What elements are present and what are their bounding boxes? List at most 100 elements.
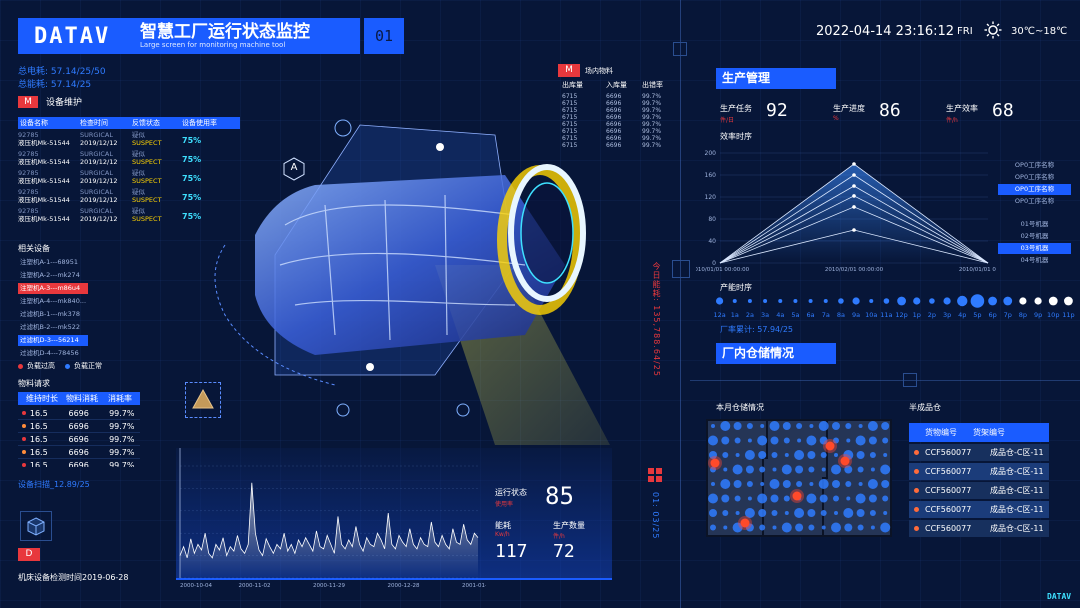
related-item[interactable]: 过滤机D-4---78456 [18, 348, 88, 359]
table-row[interactable]: CCF560077 成品仓-C区-11 [909, 444, 1049, 461]
storage-bubble [869, 452, 876, 458]
device-cell: 92785 液压机Mk-51544 [18, 131, 80, 150]
table-row[interactable]: 16.5 6696 99.7% [18, 446, 140, 459]
side-list-item[interactable]: 03号机器 [998, 243, 1071, 254]
storage-bubble [782, 480, 791, 488]
hour-label: 5a [791, 311, 799, 319]
kpi-value: 92 [766, 100, 788, 121]
sun-icon [984, 21, 1002, 39]
storage-bubble [722, 510, 729, 516]
page-subtitle: Large screen for monitoring machine tool [140, 41, 286, 49]
storage-bubble [832, 480, 840, 488]
side-list-item[interactable]: OP0工序名称 [998, 196, 1071, 207]
storage-bubble [720, 421, 731, 431]
storage-bubble [747, 438, 752, 443]
storage-bubble [867, 479, 878, 489]
hour-label: 8a [837, 311, 845, 319]
storage-bubble [867, 421, 878, 431]
storage-bubble [820, 510, 827, 516]
capacity-dot [1064, 296, 1073, 306]
device-code: 92785 [18, 150, 39, 158]
hour-label: 12p [895, 311, 907, 319]
table-row[interactable]: 16.5 6696 99.7% [18, 459, 140, 467]
hour-label: 5p [973, 311, 981, 319]
capacity-dot-chart: 12a 1a 2a 3a 4a 5a 6a 7a 8a 9a 10a 11a 12p 1p 2p 3p 4p 5p… [713, 294, 1075, 319]
related-item[interactable]: 过滤机D-3---56214 [18, 335, 88, 346]
side-list-item[interactable]: OP0工序名称 [998, 172, 1071, 183]
device-type: SURGICAL [80, 150, 113, 158]
kpi-value: 86 [879, 100, 901, 121]
col-in: 入库量 [606, 81, 627, 89]
hour-label: 11p [1062, 311, 1074, 319]
d-tag: D [18, 548, 40, 561]
storage-bubble [708, 435, 718, 446]
related-item[interactable]: 过滤机B-1---mk378 [18, 309, 88, 320]
out-qty: 6715 [562, 135, 578, 142]
y-tick-label: 40 [708, 238, 716, 245]
storage-bubble [883, 453, 888, 457]
table-row[interactable]: 16.5 6696 99.7% [18, 407, 140, 420]
site-material-title: 场内物料 [585, 66, 613, 75]
storage-bubble [809, 482, 814, 486]
status-cn: 疑似 [132, 131, 145, 139]
material-title: 物料请求 [18, 379, 50, 388]
device-cell: 92785 液压机Mk-51544 [18, 169, 80, 188]
storage-bubble [807, 451, 816, 459]
table-row[interactable]: CCF560077 成品仓-C区-11 [909, 501, 1049, 518]
storage-hotspot [825, 441, 835, 451]
storage-bubble [757, 435, 768, 446]
side-list-item[interactable]: OP0工序名称 [998, 160, 1071, 171]
storage-bubble [758, 451, 767, 459]
table-row[interactable]: CCF560077 成品仓-C区-11 [909, 482, 1049, 499]
table-row[interactable]: 16.5 6696 99.7% [18, 420, 140, 433]
page-number-badge[interactable]: 01 [364, 18, 404, 54]
capacity-dot [1003, 296, 1013, 306]
consume-rate: 99.7% [109, 434, 135, 444]
side-list-item[interactable]: 02号机器 [998, 231, 1071, 242]
storage-bubble [772, 467, 777, 472]
table-row[interactable]: 16.5 6696 99.7% [18, 433, 140, 446]
storage-bubble [770, 436, 779, 445]
related-item[interactable]: 注塑机A-3---m86u4 [18, 283, 88, 294]
related-item[interactable]: 注塑机A-4---mk840... [18, 296, 88, 307]
marker-a-icon[interactable]: A [283, 157, 305, 181]
related-item[interactable]: 注塑机A-1---68951 [18, 257, 88, 268]
pyramid-icon[interactable] [185, 382, 221, 418]
goods-code: CCF560077 [925, 467, 972, 476]
table-row[interactable]: CCF560077 成品仓-C区-11 [909, 463, 1049, 480]
page-title: 智慧工厂运行状态监控 [140, 22, 310, 42]
storage-bubble [855, 493, 866, 504]
col-name: 设备名称 [20, 119, 48, 127]
side-list-item[interactable]: 01号机器 [998, 219, 1071, 230]
row-dot [914, 450, 919, 455]
kpi-label: 生产进度 [833, 104, 865, 113]
grid-icon [648, 468, 662, 482]
side-list-item[interactable]: OP0工序名称 [998, 184, 1071, 195]
semi-table: CCF560077 成品仓-C区-11 CCF560077 成品仓-C区-11 CCF5… [909, 444, 1049, 539]
hour-label: 9p [1034, 311, 1042, 319]
goods-code: CCF560077 [925, 505, 972, 514]
related-item[interactable]: 注塑机A-2---mk274 [18, 270, 88, 281]
related-item[interactable]: 过滤机B-2---mk522 [18, 322, 88, 333]
capacity-dot [715, 297, 724, 305]
x-tick-label: 2010/02/01 00:00:00 [825, 267, 884, 273]
storage-bubble [745, 465, 754, 474]
storage-bubble [710, 524, 716, 531]
storage-bubble [794, 450, 805, 460]
status-cn: 疑似 [132, 207, 145, 215]
deco-plus-icon [672, 260, 690, 278]
status-en: SUSPECT [132, 177, 162, 185]
storage-bubble [856, 451, 865, 459]
capacity-dot [732, 299, 737, 303]
side-list-item[interactable]: 04号机器 [998, 255, 1071, 266]
col-status: 反馈状态 [132, 119, 160, 127]
datetime: 2022-04-14 23:16:12 [816, 24, 955, 39]
err-rate: 99.7% [642, 135, 662, 142]
storage-bubble [883, 511, 888, 515]
table-row[interactable]: CCF560077 成品仓-C区-11 [909, 520, 1049, 537]
goods-code: CCF560077 [925, 448, 972, 457]
cube-icon[interactable] [20, 511, 52, 541]
related-list: 注塑机A-1---68951 注塑机A-2---mk274 注塑机A-3---m86… [18, 257, 88, 361]
status-cell: 疑似 SUSPECT [132, 207, 182, 226]
duration: 16.5 [29, 408, 48, 418]
